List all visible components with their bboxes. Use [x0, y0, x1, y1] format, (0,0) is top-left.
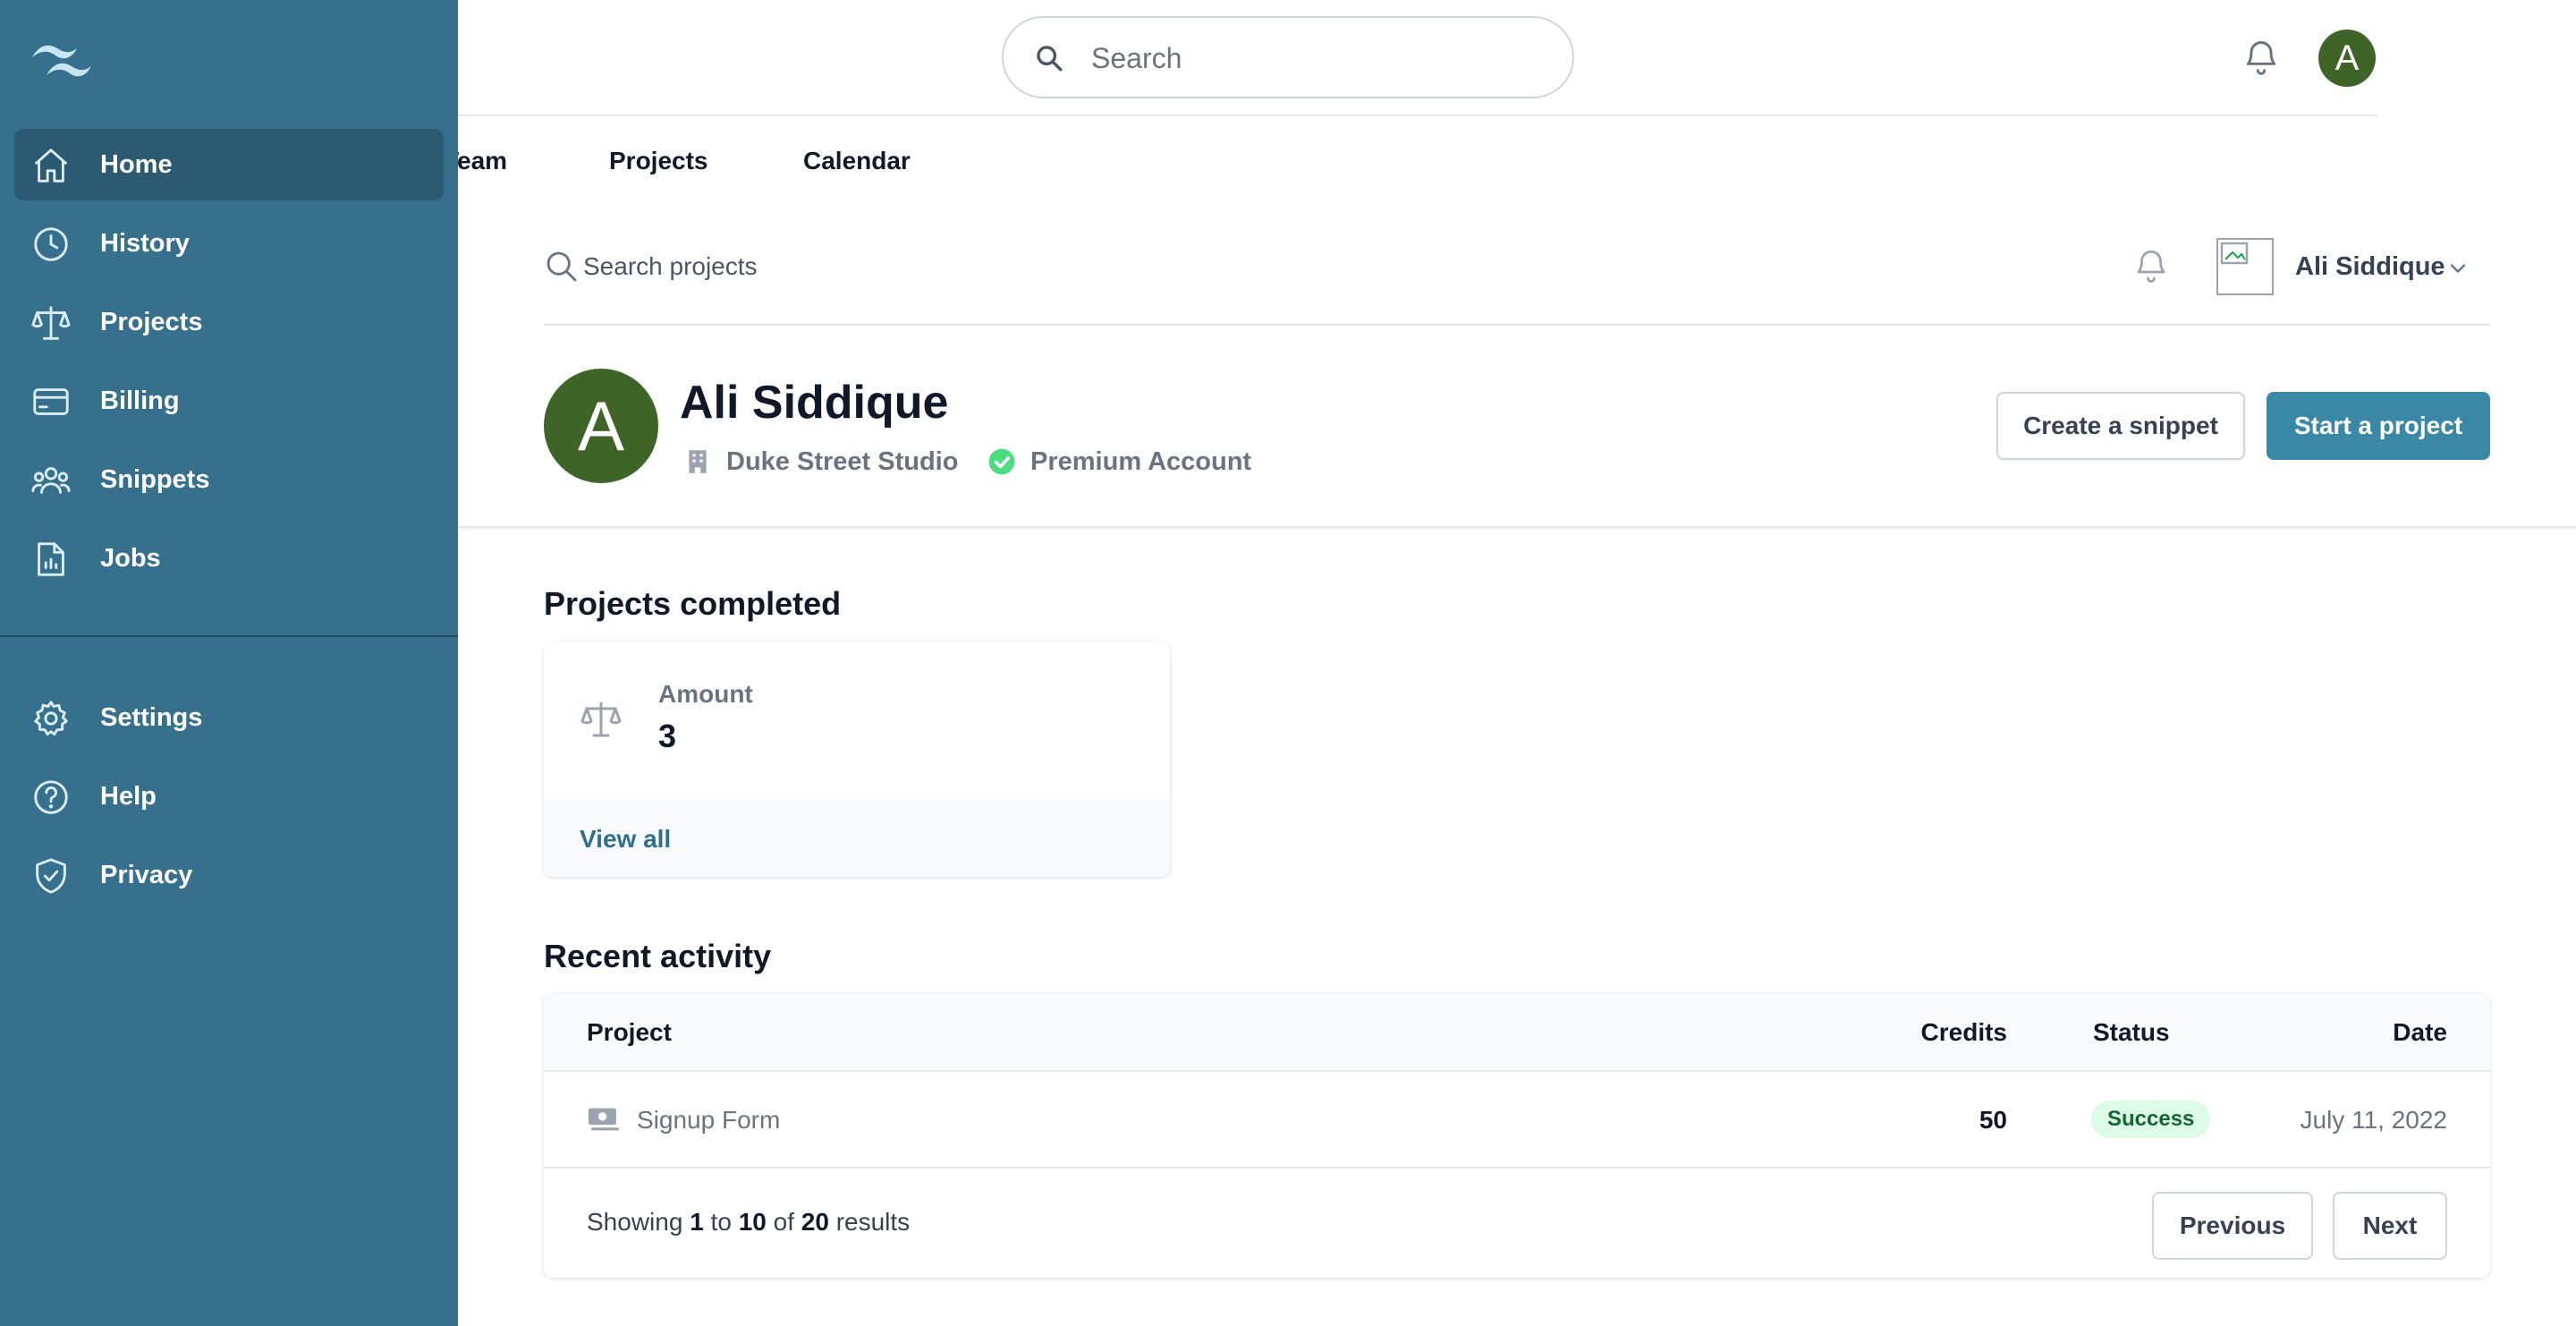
sidebar-item-label: Billing: [100, 387, 180, 415]
sidebar-item-label: Snippets: [100, 465, 210, 494]
logo-icon[interactable]: [29, 39, 95, 81]
sidebar-item-label: History: [100, 229, 190, 258]
user-group-icon: [30, 460, 72, 501]
next-button[interactable]: Next: [2333, 1192, 2447, 1260]
sidebar-item-label: Jobs: [100, 544, 161, 573]
home-icon: [30, 145, 72, 186]
sidebar-divider: [0, 635, 458, 637]
search-icon: [544, 249, 580, 285]
previous-button[interactable]: Previous: [2152, 1192, 2313, 1260]
sidebar-item-label: Help: [100, 782, 157, 811]
stat-label: Amount: [658, 680, 753, 708]
profile-name: Ali Siddique: [680, 377, 949, 429]
search-projects-input[interactable]: [583, 242, 1388, 292]
user-image[interactable]: [2216, 238, 2274, 295]
sidebar-item-settings[interactable]: Settings: [14, 682, 444, 753]
sidebar-item-history[interactable]: History: [14, 208, 444, 279]
create-snippet-button[interactable]: Create a snippet: [1996, 392, 2245, 460]
sidebar-item-jobs[interactable]: Jobs: [14, 523, 444, 594]
date-value: July 11, 2022: [2300, 1106, 2448, 1134]
sidebar-item-label: Home: [100, 150, 173, 179]
table-row[interactable]: Signup Form 50 Success July 11, 2022: [544, 1072, 2490, 1169]
recent-activity-title: Recent activity: [544, 938, 772, 974]
sidebar-item-help[interactable]: Help: [14, 761, 444, 832]
sidebar-item-label: Privacy: [100, 861, 193, 889]
column-header-status: Status: [2093, 1018, 2170, 1046]
account-type: Premium Account: [1030, 447, 1252, 476]
view-all-link[interactable]: View all: [580, 825, 671, 854]
sidebar-item-snippets[interactable]: Snippets: [14, 444, 444, 515]
credits-value: 50: [1979, 1106, 2007, 1134]
results-summary: Showing 1 to 10 of 20 results: [587, 1208, 911, 1236]
stat-card-footer: View all: [544, 800, 1170, 877]
projects-completed-card: Amount 3 View all: [544, 642, 1170, 877]
sidebar-item-label: Projects: [100, 308, 203, 336]
check-circle-icon: [987, 447, 1016, 476]
status-badge: Success: [2091, 1101, 2211, 1138]
recent-activity-table: Project Credits Status Date Signup Form …: [544, 993, 2490, 1278]
shield-check-icon: [30, 855, 72, 897]
project-name[interactable]: Signup Form: [637, 1106, 780, 1135]
scale-icon: [30, 302, 72, 344]
sidebar-item-privacy[interactable]: Privacy: [14, 839, 444, 911]
chevron-down-icon[interactable]: [2445, 256, 2470, 281]
projects-completed-title: Projects completed: [544, 585, 842, 622]
profile-avatar: A: [544, 369, 658, 483]
pagination: Showing 1 to 10 of 20 results Previous N…: [544, 1169, 2490, 1278]
search-icon: [1034, 43, 1064, 73]
cog-icon: [30, 698, 72, 739]
sidebar-item-home[interactable]: Home: [14, 129, 444, 200]
global-search-input[interactable]: [1091, 34, 1538, 82]
credit-card-icon: [30, 381, 72, 422]
global-search[interactable]: [1002, 16, 1574, 98]
stat-value: 3: [658, 718, 677, 754]
broken-image-icon: [2220, 242, 2249, 265]
column-header-project: Project: [587, 1018, 672, 1046]
start-project-button[interactable]: Start a project: [2267, 392, 2490, 460]
sidebar-item-projects[interactable]: Projects: [14, 286, 444, 358]
scale-icon: [580, 698, 623, 741]
banknotes-icon: [587, 1104, 621, 1135]
sidebar: Home History Projects Billing Snippets J…: [0, 0, 458, 1326]
bell-icon[interactable]: [2132, 247, 2170, 285]
sidebar-item-billing[interactable]: Billing: [14, 365, 444, 437]
avatar[interactable]: A: [2318, 30, 2376, 87]
clock-icon: [30, 224, 72, 265]
tab-calendar[interactable]: Calendar: [803, 147, 911, 175]
building-icon: [683, 447, 712, 476]
tab-projects[interactable]: Projects: [609, 147, 708, 175]
document-chart-icon: [30, 539, 72, 580]
question-circle-icon: [30, 777, 72, 818]
table-header: Project Credits Status Date: [544, 993, 2490, 1072]
column-header-date: Date: [2393, 1018, 2447, 1046]
column-header-credits: Credits: [1920, 1018, 2007, 1046]
sidebar-item-label: Settings: [100, 703, 203, 732]
studio-name: Duke Street Studio: [726, 447, 959, 476]
user-menu-name[interactable]: Ali Siddique: [2295, 252, 2445, 282]
bell-icon[interactable]: [2241, 38, 2281, 77]
